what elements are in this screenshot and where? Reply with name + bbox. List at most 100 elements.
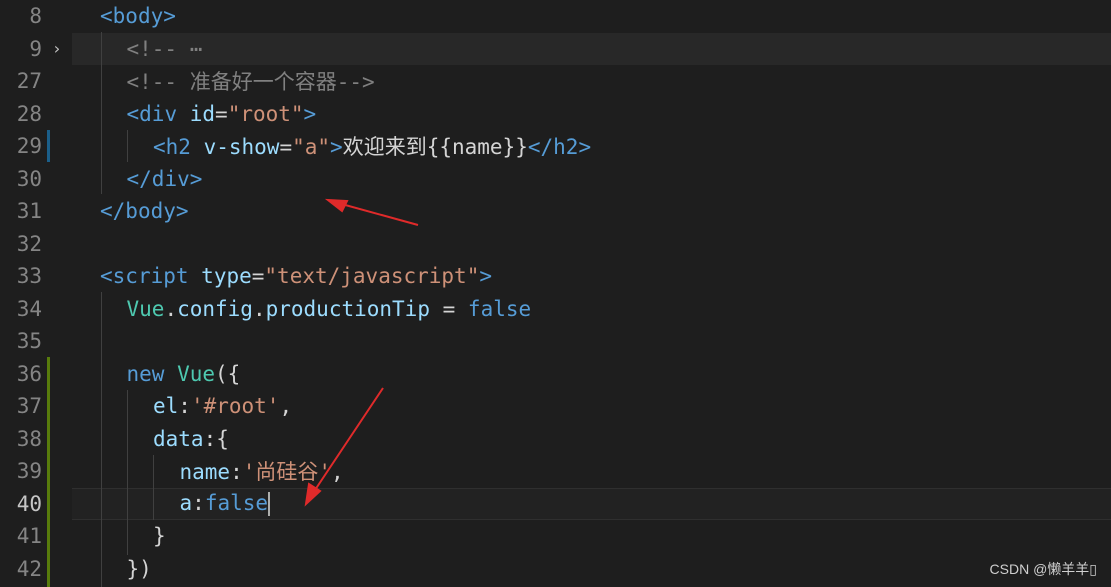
code-token: > <box>163 4 176 29</box>
code-token: div <box>139 101 190 126</box>
code-line[interactable]: 9 › <!-- ⋯ <box>0 33 1111 66</box>
code-token: . <box>252 296 266 321</box>
code-token: Vue <box>126 296 165 321</box>
code-text: <script type="text/javascript"> <box>100 264 492 288</box>
code-text: data:{ <box>153 427 229 451</box>
code-token: id <box>189 101 216 126</box>
code-line[interactable]: 8 <body> <box>0 0 1111 33</box>
code-text: name:'尚硅谷', <box>180 456 344 486</box>
line-number: 29 <box>16 134 42 159</box>
code-text: <h2 v-show="a">欢迎来到{{name}}</h2> <box>153 131 591 161</box>
code-token: , <box>279 394 293 419</box>
code-text: }) <box>127 557 152 581</box>
code-token: <!-- 准备好一个容器--> <box>126 70 375 95</box>
code-token: script <box>112 264 202 289</box>
code-line[interactable]: 28 <div id="root"> <box>0 98 1111 131</box>
code-token: false <box>467 296 532 321</box>
code-line[interactable]: 35 <box>0 325 1111 358</box>
code-text: </div> <box>127 167 203 191</box>
code-token: "a" <box>292 135 331 160</box>
code-token: "root" <box>227 101 304 126</box>
code-token: new <box>126 361 178 386</box>
code-line[interactable]: 39 name:'尚硅谷', <box>0 455 1111 488</box>
code-token: h2 <box>165 135 204 160</box>
code-token: = <box>215 101 228 126</box>
code-token: : <box>230 460 243 485</box>
code-text: </body> <box>100 199 189 223</box>
line-number: 41 <box>16 524 42 549</box>
code-line[interactable]: 40 a:false <box>0 488 1111 521</box>
code-token: } <box>153 524 166 549</box>
line-number: 32 <box>16 231 42 256</box>
code-token: = <box>429 296 468 321</box>
code-text: <!-- 准备好一个容器--> <box>127 66 375 96</box>
code-token: 欢迎来到{{name}} <box>342 135 528 160</box>
code-line[interactable]: 32 <box>0 228 1111 261</box>
line-number: 28 <box>16 101 42 126</box>
code-token: }) <box>126 556 152 581</box>
code-token: "text/javascript" <box>264 264 480 289</box>
code-line[interactable]: 36 new Vue({ <box>0 358 1111 391</box>
code-token: . <box>164 296 178 321</box>
code-line[interactable]: 42}) <box>0 553 1111 586</box>
line-number: 8 <box>29 4 42 29</box>
code-line[interactable]: 30 </div> <box>0 163 1111 196</box>
code-token: </ <box>527 135 554 160</box>
line-number: 37 <box>16 394 42 419</box>
code-token: name <box>179 460 231 485</box>
code-line[interactable]: 41} <box>0 520 1111 553</box>
code-line[interactable]: 31 </body> <box>0 195 1111 228</box>
code-line[interactable]: 27 <!-- 准备好一个容器--> <box>0 65 1111 98</box>
code-line[interactable]: 34 Vue.config.productionTip = false <box>0 293 1111 326</box>
code-token: > <box>479 264 492 289</box>
code-token: data <box>153 426 204 451</box>
code-text: <!-- ⋯ <box>127 37 203 61</box>
code-token: ⋯ <box>189 36 203 61</box>
code-token: = <box>279 135 293 160</box>
code-text: el:'#root', <box>153 394 292 418</box>
code-token: ({ <box>215 361 241 386</box>
code-token: </ <box>100 199 126 224</box>
fold-chevron-icon[interactable]: › <box>52 39 66 58</box>
code-editor[interactable]: 8 <body> 9 › <!-- ⋯ 27 <!-- 准备好一个容器--> 28 <div i… <box>0 0 1111 587</box>
code-token: : <box>192 491 205 516</box>
line-number: 33 <box>16 264 42 289</box>
code-token: > <box>303 101 317 126</box>
code-token: < <box>100 264 113 289</box>
code-token: body <box>125 199 176 224</box>
code-text: new Vue({ <box>127 362 241 386</box>
line-number: 36 <box>16 361 42 386</box>
line-number: 27 <box>16 69 42 94</box>
code-text: <div id="root"> <box>127 102 317 126</box>
code-token: type <box>201 264 252 289</box>
code-token: v-show <box>203 135 280 160</box>
code-token: h2 <box>553 135 579 160</box>
line-number: 31 <box>16 199 42 224</box>
code-token: </ <box>126 166 152 191</box>
code-token: > <box>189 166 203 191</box>
line-number: 38 <box>16 426 42 451</box>
code-token: < <box>100 4 113 29</box>
code-token: '尚硅谷' <box>242 460 332 485</box>
code-token: Vue <box>177 361 216 386</box>
code-token: : <box>178 394 191 419</box>
code-token: < <box>153 135 166 160</box>
text-cursor <box>268 492 271 517</box>
code-token: false <box>204 491 269 516</box>
code-line[interactable]: 37 el:'#root', <box>0 390 1111 423</box>
code-token: < <box>126 101 140 126</box>
code-token: el <box>153 394 179 419</box>
code-token: > <box>175 199 189 224</box>
code-line[interactable]: 29 <h2 v-show="a">欢迎来到{{name}}</h2> <box>0 130 1111 163</box>
code-text: <body> <box>100 4 176 28</box>
code-token: config <box>177 296 253 321</box>
code-token: body <box>112 4 164 29</box>
code-text: a:false <box>180 491 271 517</box>
code-token: > <box>330 135 343 160</box>
code-token: <!-- <box>126 36 190 61</box>
code-line[interactable]: 33 <script type="text/javascript"> <box>0 260 1111 293</box>
code-token: :{ <box>203 426 229 451</box>
code-token: '#root' <box>190 394 280 419</box>
line-number: 30 <box>16 166 42 191</box>
code-line[interactable]: 38 data:{ <box>0 423 1111 456</box>
